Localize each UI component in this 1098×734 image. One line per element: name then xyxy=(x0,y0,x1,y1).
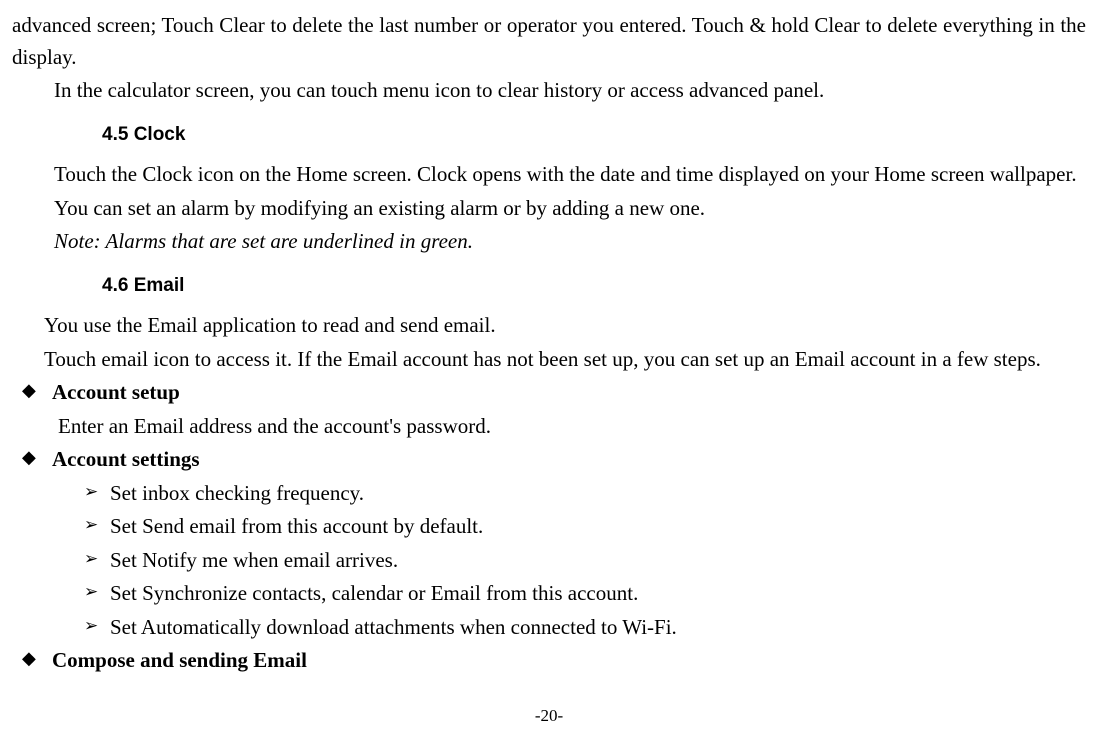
bullet-account-setup: ◆ Account setup xyxy=(12,377,1086,409)
paragraph-email-intro: You use the Email application to read an… xyxy=(12,310,1086,342)
bullet-text: Set inbox checking frequency. xyxy=(110,478,1086,510)
paragraph-email-setup: Touch email icon to access it. If the Em… xyxy=(12,344,1086,376)
arrow-icon: ➢ xyxy=(84,612,110,639)
bullet-text: Set Send email from this account by defa… xyxy=(110,511,1086,543)
paragraph-calc-menu: In the calculator screen, you can touch … xyxy=(12,75,1086,107)
bullet-title-account-settings: Account settings xyxy=(52,444,1086,476)
bullet-notify: ➢ Set Notify me when email arrives. xyxy=(84,545,1086,577)
paragraph-clock-open: Touch the Clock icon on the Home screen.… xyxy=(12,159,1086,191)
section-heading-clock: 4.5 Clock xyxy=(102,121,1086,150)
arrow-icon: ➢ xyxy=(84,578,110,605)
arrow-icon: ➢ xyxy=(84,478,110,505)
section-heading-email: 4.6 Email xyxy=(102,272,1086,301)
diamond-icon: ◆ xyxy=(22,377,52,404)
page-number: -20- xyxy=(0,703,1098,729)
bullet-text: Set Automatically download attachments w… xyxy=(110,612,1086,644)
bullet-text: Set Synchronize contacts, calendar or Em… xyxy=(110,578,1086,610)
paragraph-calc-clear: advanced screen; Touch Clear to delete t… xyxy=(12,10,1086,73)
diamond-icon: ◆ xyxy=(22,645,52,672)
arrow-icon: ➢ xyxy=(84,511,110,538)
bullet-auto-download: ➢ Set Automatically download attachments… xyxy=(84,612,1086,644)
bullet-title-compose: Compose and sending Email xyxy=(52,645,1086,677)
bullet-text: Set Notify me when email arrives. xyxy=(110,545,1086,577)
bullet-account-settings: ◆ Account settings xyxy=(12,444,1086,476)
arrow-icon: ➢ xyxy=(84,545,110,572)
bullet-compose-sending: ◆ Compose and sending Email xyxy=(12,645,1086,677)
bullet-inbox-frequency: ➢ Set inbox checking frequency. xyxy=(84,478,1086,510)
paragraph-clock-alarm: You can set an alarm by modifying an exi… xyxy=(12,193,1086,225)
bullet-synchronize: ➢ Set Synchronize contacts, calendar or … xyxy=(84,578,1086,610)
bullet-send-default: ➢ Set Send email from this account by de… xyxy=(84,511,1086,543)
bullet-title-account-setup: Account setup xyxy=(52,377,1086,409)
paragraph-clock-note: Note: Alarms that are set are underlined… xyxy=(12,226,1086,258)
diamond-icon: ◆ xyxy=(22,444,52,471)
paragraph-account-setup-body: Enter an Email address and the account's… xyxy=(58,411,1086,443)
